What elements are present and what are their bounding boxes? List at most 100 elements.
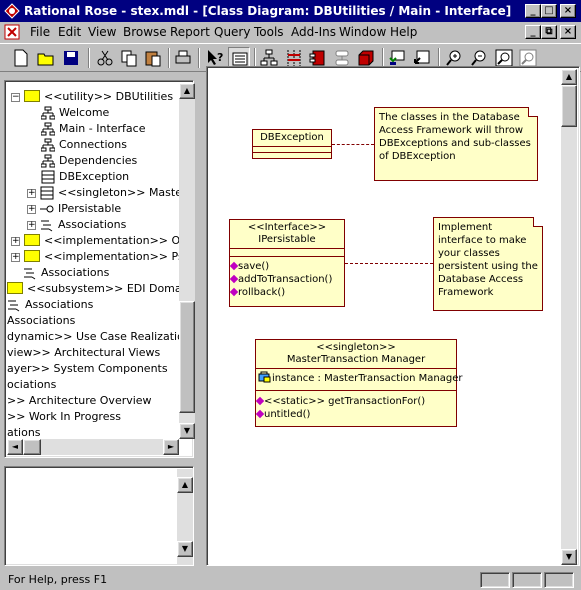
note-anchor-line — [345, 263, 433, 264]
menu-query[interactable]: Query — [214, 25, 250, 39]
tree-node-dbutilities[interactable]: − <<utility>> DBUtilities — [11, 89, 173, 105]
tree-node-main-interface[interactable]: Main - Interface — [41, 121, 145, 137]
attribute-compartment — [253, 147, 331, 153]
window-title: Rational Rose - stex.mdl - [Class Diagra… — [24, 4, 512, 18]
scroll-right-button[interactable]: ► — [163, 439, 179, 455]
operation-save[interactable]: save() — [230, 260, 344, 273]
rose-app-icon[interactable] — [4, 3, 20, 19]
menu-browse[interactable]: Browse — [123, 25, 167, 39]
diagram-canvas[interactable]: DBException The classes in the Database … — [209, 69, 561, 565]
note-dbexception[interactable]: The classes in the Database Access Frame… — [374, 107, 538, 181]
save-icon[interactable] — [60, 47, 82, 69]
menu-help[interactable]: Help — [390, 25, 417, 39]
class-mastertransaction-manager[interactable]: <<singleton>> MasterTransaction Manager … — [255, 339, 462, 427]
menu-file[interactable]: File — [30, 25, 50, 39]
open-icon[interactable] — [35, 47, 57, 69]
expand-toggle[interactable]: + — [11, 253, 20, 262]
note-fold — [533, 217, 543, 227]
menu-view[interactable]: View — [88, 25, 116, 39]
note-anchor-line — [332, 144, 374, 145]
tree-node-architectural-views[interactable]: view>> Architectural Views — [7, 345, 160, 361]
tree-node-implementation-psybase[interactable]: +<<implementation>> Psyb — [11, 249, 179, 265]
browser-vertical-scrollbar[interactable]: ▲ ▼ — [179, 83, 195, 439]
mdi-restore-button[interactable]: ⧉ — [541, 25, 557, 39]
expand-toggle[interactable]: + — [11, 237, 20, 246]
associations-icon — [24, 268, 36, 280]
class-diagram-window[interactable]: DBException The classes in the Database … — [206, 66, 580, 566]
print-icon[interactable] — [172, 47, 194, 69]
documentation-scrollbar[interactable]: ▲ ▼ — [177, 469, 193, 565]
scroll-up-button[interactable]: ▲ — [177, 477, 193, 493]
scroll-up-button[interactable]: ▲ — [179, 83, 195, 99]
tree-node-associations-5[interactable]: ociations — [7, 377, 56, 393]
operation-rollback[interactable]: rollback() — [230, 286, 344, 299]
operation-addtotransaction[interactable]: addToTransaction() — [230, 273, 344, 286]
browser-pane[interactable]: − <<utility>> DBUtilities Welcome Main - … — [4, 80, 195, 458]
operation-compartment: save() addToTransaction() rollback() — [230, 257, 344, 299]
close-button[interactable]: × — [560, 4, 576, 18]
attribute-instance[interactable]: instance : MasterTransaction Manager — [272, 373, 462, 384]
scroll-down-button[interactable]: ▼ — [179, 423, 195, 439]
tree-node-connections[interactable]: Connections — [41, 137, 127, 153]
class-header: <<Interface>> IPersistable — [230, 220, 344, 249]
tree-node-associations-2[interactable]: Associations — [23, 265, 109, 281]
scroll-left-button[interactable]: ◄ — [7, 439, 23, 455]
document-icon[interactable] — [4, 24, 20, 40]
tree-node-welcome[interactable]: Welcome — [41, 105, 109, 121]
title-bar[interactable]: Rational Rose - stex.mdl - [Class Diagra… — [0, 0, 581, 22]
tree-node-work-in-progress[interactable]: >> Work In Progress — [7, 409, 121, 425]
tree-node-associations[interactable]: + Associations — [27, 217, 126, 233]
documentation-pane[interactable]: ▲ ▼ — [4, 466, 194, 566]
scroll-up-button[interactable]: ▲ — [561, 69, 577, 85]
status-bar: For Help, press F1 — [0, 570, 581, 590]
menu-edit[interactable]: Edit — [58, 25, 81, 39]
status-panel — [544, 572, 574, 588]
tree-node-associations-6[interactable]: ations — [7, 425, 41, 439]
maximize-button[interactable]: □ — [541, 4, 557, 18]
class-ipersistable[interactable]: <<Interface>> IPersistable save() addToT… — [229, 219, 345, 307]
tree-node-architecture-overview[interactable]: >> Architecture Overview — [7, 393, 152, 409]
menu-report[interactable]: Report — [170, 25, 210, 39]
copy-icon[interactable] — [118, 47, 140, 69]
scroll-down-button[interactable]: ▼ — [561, 549, 577, 565]
cut-icon[interactable] — [94, 47, 116, 69]
associations-icon — [8, 300, 20, 312]
tree-node-use-case-realizations[interactable]: dynamic>> Use Case Realizations — [7, 329, 179, 345]
collapse-toggle[interactable]: − — [11, 93, 20, 102]
class-name: MasterTransaction Manager — [286, 354, 426, 365]
scroll-thumb[interactable] — [179, 301, 195, 413]
tree-node-dbexception[interactable]: DBException — [41, 169, 129, 185]
mdi-close-button[interactable]: × — [560, 25, 576, 39]
scroll-thumb[interactable] — [561, 85, 577, 127]
new-icon[interactable] — [10, 47, 32, 69]
class-diagram-icon — [41, 154, 55, 168]
menu-addins[interactable]: Add-Ins — [291, 25, 336, 39]
tree-node-dependencies[interactable]: Dependencies — [41, 153, 137, 169]
mdi-minimize-button[interactable]: _ — [525, 25, 541, 39]
diagram-vertical-scrollbar[interactable]: ▲ ▼ — [561, 69, 577, 565]
minimize-button[interactable]: _ — [525, 4, 541, 18]
tree-node-associations-3[interactable]: Associations — [7, 297, 93, 313]
menu-tools[interactable]: Tools — [254, 25, 284, 39]
scroll-thumb[interactable] — [23, 439, 41, 455]
tree-node-implementation-oracle[interactable]: +<<implementation>> Oracl — [11, 233, 179, 249]
folder-icon — [24, 250, 40, 262]
tree-node-system-components[interactable]: ayer>> System Components — [7, 361, 168, 377]
expand-toggle[interactable]: + — [27, 205, 36, 214]
tree-node-associations-4[interactable]: Associations — [7, 313, 75, 329]
tree-node-edi-domain[interactable]: <<subsystem>> EDI Domain — [7, 281, 179, 297]
class-dbexception[interactable]: DBException — [252, 129, 332, 159]
note-ipersistable[interactable]: Implement interface to make your classes… — [433, 217, 543, 311]
operation-gettransactionfor[interactable]: <<static>> getTransactionFor() — [256, 395, 456, 408]
tree-node-master[interactable]: + <<singleton>> Master — [27, 185, 179, 201]
menu-window[interactable]: Window — [339, 25, 386, 39]
expand-toggle[interactable]: + — [27, 221, 36, 230]
tree-node-ipersistable[interactable]: + IPersistable — [27, 201, 121, 217]
paste-icon[interactable] — [142, 47, 164, 69]
scroll-down-button[interactable]: ▼ — [177, 541, 193, 557]
browser-horizontal-scrollbar[interactable]: ◄ ► — [7, 439, 179, 455]
operation-untitled[interactable]: untitled() — [256, 408, 456, 421]
expand-toggle[interactable]: + — [27, 189, 36, 198]
class-icon — [40, 186, 54, 200]
class-name: DBException — [253, 130, 331, 147]
